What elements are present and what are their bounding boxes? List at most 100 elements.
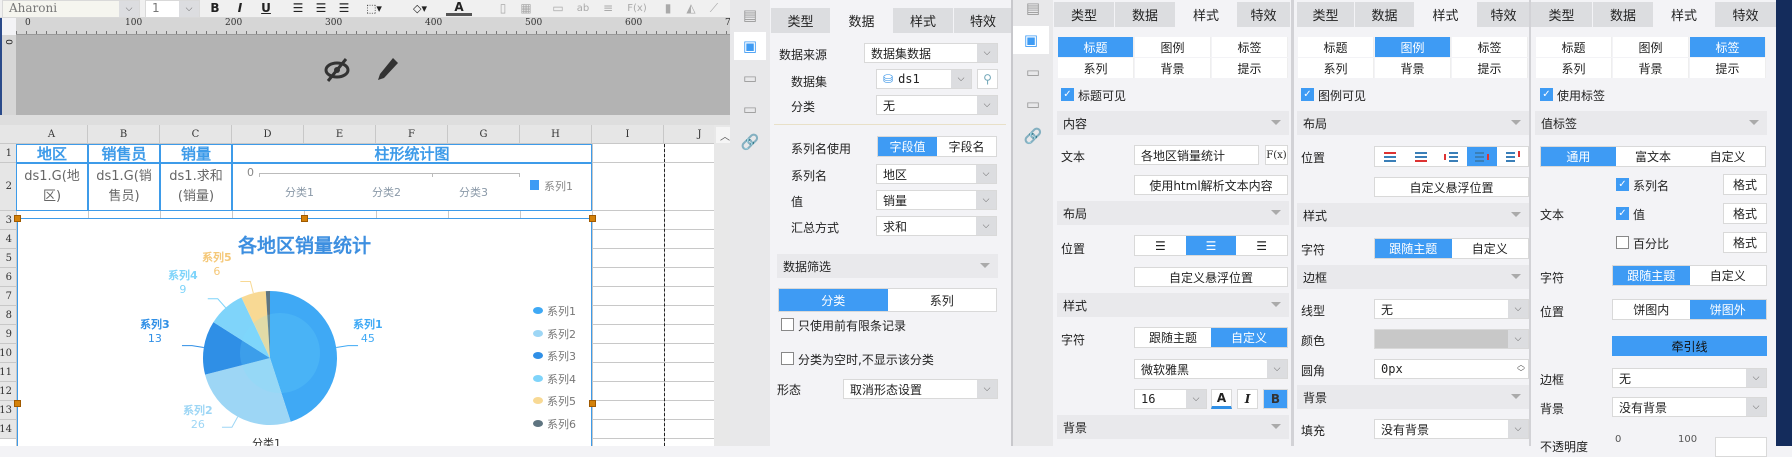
tab-style[interactable]: 样式 [893, 8, 953, 33]
border-select[interactable]: 无 ⌵ [1612, 368, 1767, 388]
legend-visible-checkbox[interactable]: ✓ [1301, 88, 1314, 101]
option-follow-theme[interactable]: 跟随主题 [1613, 266, 1690, 285]
header-cell[interactable]: 销售员 [88, 144, 160, 163]
widget-icon[interactable]: ▭ [738, 66, 762, 90]
tab-effect[interactable]: 特效 [954, 8, 1012, 33]
font-color-button[interactable]: A [446, 0, 472, 16]
subtab-background[interactable]: 背景 [1613, 58, 1689, 78]
legend-right-icon[interactable] [1466, 147, 1498, 166]
option-custom[interactable]: 自定义 [1690, 147, 1765, 166]
header-cell[interactable]: 销量 [160, 144, 232, 163]
resize-handle[interactable] [589, 400, 596, 407]
char-toggle[interactable]: 跟随主题 自定义 [1374, 238, 1529, 259]
border-color-select[interactable]: ⌵ [1374, 329, 1529, 349]
custom-float-position-button[interactable]: 自定义悬浮位置 [1134, 267, 1288, 287]
option-custom[interactable]: 自定义 [1452, 239, 1529, 258]
row-header-9[interactable]: 9 [0, 325, 16, 344]
row-header-6[interactable]: 6 [0, 268, 16, 287]
row-header-14[interactable]: 14 [0, 420, 16, 439]
radius-spinner[interactable]: 0px ︿ ﹀ [1374, 359, 1529, 379]
series-name-checkbox[interactable]: ✓ [1616, 178, 1629, 191]
condition-icon[interactable]: ▭ [738, 97, 762, 121]
image-icon[interactable]: ▯ [495, 0, 511, 16]
use-label-checkbox[interactable]: ✓ [1540, 88, 1553, 101]
bold-button[interactable]: B [1263, 389, 1288, 409]
legend-bottom-icon[interactable] [1406, 147, 1437, 166]
hide-empty-checkbox[interactable] [781, 352, 794, 365]
source-select[interactable]: 数据集数据 ⌵ [864, 43, 998, 63]
tab-type[interactable]: 类型 [1531, 2, 1592, 27]
slash-icon[interactable]: ⟋ [706, 0, 722, 16]
list-icon[interactable]: ≡ [600, 0, 616, 16]
table-icon[interactable]: ▦ [518, 0, 534, 16]
tab-type[interactable]: 类型 [1054, 2, 1114, 27]
pencil-icon[interactable] [372, 55, 402, 85]
data-cell[interactable]: ds1.求和(销量) [160, 163, 232, 211]
column-header-j[interactable]: J [664, 125, 714, 144]
tab-effect[interactable]: 特效 [1715, 2, 1776, 27]
subtab-tooltip[interactable]: 提示 [1452, 58, 1528, 78]
cell-info-icon[interactable]: ▤ [1021, 0, 1045, 20]
subtab-series[interactable]: 系列 [1536, 58, 1612, 78]
subtab-background[interactable]: 背景 [1135, 58, 1211, 78]
value-checkbox[interactable]: ✓ [1616, 207, 1629, 220]
limit-records-checkbox[interactable] [781, 318, 794, 331]
subtab-background[interactable]: 背景 [1375, 58, 1451, 78]
formula-button[interactable]: F(x) [1265, 145, 1288, 165]
subtab-legend[interactable]: 图例 [1135, 37, 1211, 57]
custom-float-position-button[interactable]: 自定义悬浮位置 [1374, 177, 1529, 197]
option-custom[interactable]: 自定义 [1690, 266, 1767, 285]
text-icon[interactable]: ab [575, 0, 591, 16]
title-visible-checkbox[interactable]: ✓ [1061, 88, 1074, 101]
option-general[interactable]: 通用 [1541, 147, 1616, 166]
cell-element-icon[interactable]: ▣ [1013, 26, 1049, 54]
subtab-series[interactable]: 系列 [1298, 58, 1374, 78]
series-name-select[interactable]: 地区 ⌵ [876, 164, 997, 184]
row-header-8[interactable]: 8 [0, 306, 16, 325]
header-cell[interactable]: 地区 [16, 144, 88, 163]
align-left-icon[interactable]: ☰ [1135, 236, 1186, 255]
font-size-select[interactable]: 16 ⌵ [1134, 389, 1207, 409]
search-button[interactable]: ⚲ [977, 69, 998, 89]
column-header-i[interactable]: I [592, 125, 664, 144]
resize-handle[interactable] [589, 215, 596, 222]
html-parse-button[interactable]: 使用html解析文本内容 [1134, 175, 1288, 195]
cell-element-icon[interactable]: ▣ [734, 32, 766, 60]
hyperlink-icon[interactable]: 🔗 [738, 130, 762, 154]
title-text-input[interactable]: 各地区销量统计 [1134, 145, 1259, 165]
data-cell[interactable]: ds1.G(销售员) [88, 163, 160, 211]
label-mode-toggle[interactable]: 通用 富文本 自定义 [1540, 146, 1766, 167]
font-size-select[interactable]: 1 ⌵ [145, 0, 200, 18]
tab-effect[interactable]: 特效 [1477, 2, 1530, 27]
widget-icon[interactable]: ▭ [1021, 60, 1045, 84]
aggregation-select[interactable]: 求和 ⌵ [876, 216, 997, 236]
section-content[interactable]: 内容 [1057, 111, 1289, 135]
section-layout[interactable]: 布局 [1297, 111, 1529, 135]
subtab-legend[interactable]: 图例 [1375, 37, 1451, 57]
italic-button[interactable]: I [232, 0, 248, 16]
eye-slash-icon[interactable] [322, 55, 352, 85]
resize-handle[interactable] [14, 400, 21, 407]
option-custom[interactable]: 自定义 [1211, 328, 1287, 347]
line-type-select[interactable]: 无 ⌵ [1374, 299, 1529, 319]
condition-icon[interactable]: ▭ [1021, 92, 1045, 116]
tab-effect[interactable]: 特效 [1237, 2, 1290, 27]
formula-button[interactable]: F(x) [625, 0, 649, 16]
row-header-12[interactable]: 12 [0, 382, 16, 401]
section-data-filter[interactable]: 数据筛选 [777, 254, 998, 278]
spreadsheet-grid[interactable]: A B C D E F G H I J 1 2 3 4 5 6 7 8 9 10 11 12 13 14 地区 销售员 销量 柱形统计… [0, 125, 714, 446]
series-name-use-toggle[interactable]: 字段值 字段名 [877, 136, 997, 157]
subtab-title[interactable]: 标题 [1058, 37, 1134, 57]
bar-chart-icon[interactable]: ▮ [660, 0, 676, 16]
column-header-d[interactable]: D [232, 125, 304, 144]
align-center-icon[interactable]: ☰ [313, 0, 329, 16]
subtab-tooltip[interactable]: 提示 [1690, 58, 1766, 78]
tab-type[interactable]: 类型 [771, 8, 830, 33]
opacity-spinner[interactable] [1715, 437, 1767, 457]
section-border[interactable]: 边框 [1297, 265, 1529, 289]
option-rich-text[interactable]: 富文本 [1616, 147, 1691, 166]
font-color-button[interactable]: A [1211, 389, 1232, 409]
legend-left-icon[interactable] [1436, 147, 1467, 166]
option-series[interactable]: 系列 [888, 289, 997, 311]
select-all-corner[interactable] [0, 125, 16, 144]
